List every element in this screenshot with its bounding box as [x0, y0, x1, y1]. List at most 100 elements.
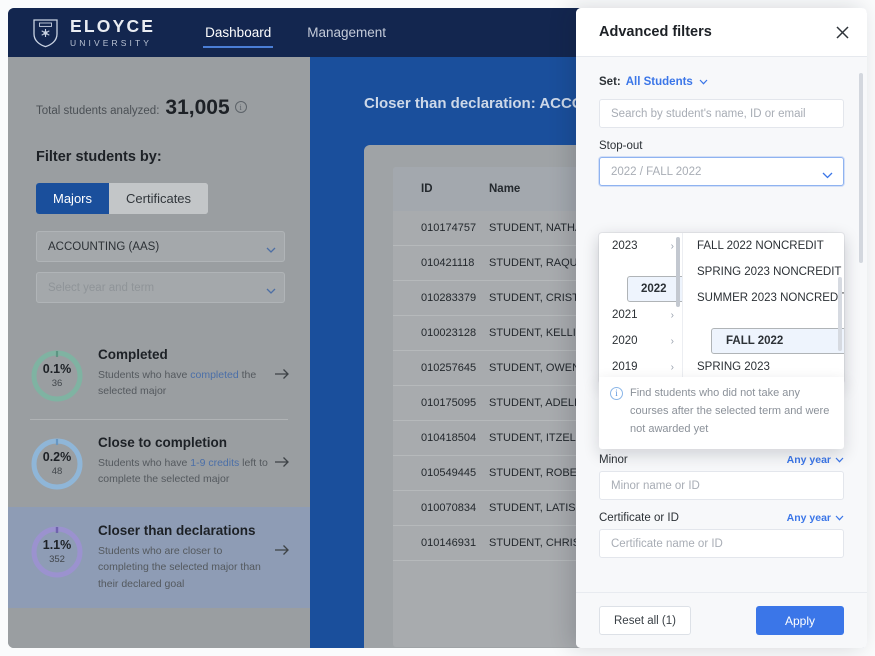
panel-header: Advanced filters: [576, 8, 867, 57]
term-column-scrollbar[interactable]: [838, 277, 842, 351]
donut-chart-closer-than-declarations: 1.1% 352: [30, 525, 84, 579]
desc-highlight[interactable]: completed: [190, 369, 238, 381]
desc-highlight[interactable]: 1-9 credits: [190, 457, 239, 469]
chevron-down-icon: [835, 512, 844, 524]
stopout-year-column: 2023›2022›2021›2020›2019›2018›: [599, 233, 683, 383]
total-students-label: Total students analyzed:: [36, 105, 159, 117]
certificate-input[interactable]: Certificate name or ID: [599, 529, 844, 558]
column-header-id[interactable]: ID: [393, 183, 489, 195]
stopout-value: 2022 / FALL 2022: [611, 166, 701, 178]
stopout-label: Stop-out: [599, 140, 642, 152]
brand-text: ELOYCE UNIVERSITY: [70, 18, 155, 47]
stopout-term-column: FALL 2022 NONCREDITSPRING 2023 NONCREDIT…: [683, 233, 844, 383]
reset-all-button[interactable]: Reset all (1): [599, 606, 691, 635]
stopout-year-option[interactable]: 2022›: [627, 276, 683, 302]
stopout-hint-text: Find students who did not take any cours…: [630, 385, 832, 438]
major-select-value: ACCOUNTING (AAS): [48, 241, 159, 253]
desc-pre: Students who have: [98, 369, 190, 381]
minor-label-row: Minor Any year: [599, 454, 844, 466]
metric-card-completed[interactable]: 0.1% 36 Completed Students who have comp…: [8, 331, 310, 419]
segment-certificates[interactable]: Certificates: [109, 183, 208, 214]
set-label: Set:: [599, 76, 621, 88]
donut-chart-close-to-completion: 0.2% 48: [30, 437, 84, 491]
card-body: Close to completion Students who have 1-…: [98, 435, 274, 488]
major-select[interactable]: ACCOUNTING (AAS): [36, 231, 285, 262]
total-students-analyzed: Total students analyzed: 31,005 i: [36, 96, 310, 120]
panel-scrollbar[interactable]: [859, 73, 863, 263]
donut-chart-completed: 0.1% 36: [30, 349, 84, 403]
student-search-placeholder: Search by student's name, ID or email: [611, 108, 806, 120]
info-circle-icon: i: [610, 387, 623, 400]
donut-count: 352: [30, 554, 84, 565]
stopout-select[interactable]: 2022 / FALL 2022: [599, 157, 844, 186]
stopout-dropdown: 2023›2022›2021›2020›2019›2018› FALL 2022…: [599, 233, 844, 383]
panel-footer: Reset all (1) Apply: [576, 592, 867, 648]
certificate-label-row: Certificate or ID Any year: [599, 512, 844, 524]
certificate-any-year-selector[interactable]: Any year: [787, 512, 844, 524]
metric-cards: 0.1% 36 Completed Students who have comp…: [8, 331, 310, 608]
donut-count: 48: [30, 466, 84, 477]
stopout-term-option[interactable]: SUMMER 2023 NONCREDIT: [683, 285, 844, 311]
arrow-right-icon[interactable]: [274, 367, 290, 384]
card-description: Students who have completed the selected…: [98, 367, 268, 400]
total-students-value: 31,005: [165, 96, 229, 120]
chevron-down-icon: [835, 454, 844, 466]
info-circle-icon[interactable]: i: [235, 101, 247, 113]
year-option-label: 2020: [612, 335, 638, 347]
cell-student-id: 010257645: [393, 362, 489, 374]
segment-majors[interactable]: Majors: [36, 183, 109, 214]
cell-student-id: 010421118: [393, 257, 489, 269]
card-body: Completed Students who have completed th…: [98, 347, 274, 400]
apply-button[interactable]: Apply: [756, 606, 844, 635]
minor-any-year-selector[interactable]: Any year: [787, 454, 844, 466]
minor-input[interactable]: Minor name or ID: [599, 471, 844, 500]
cell-student-id: 010549445: [393, 467, 489, 479]
close-icon[interactable]: [831, 21, 853, 43]
stopout-term-option[interactable]: FALL 2022: [711, 328, 844, 354]
card-title: Closer than declarations: [98, 523, 268, 538]
chevron-right-icon: ›: [671, 362, 674, 373]
student-search-input[interactable]: Search by student's name, ID or email: [599, 99, 844, 128]
year-option-label: 2021: [612, 309, 638, 321]
stopout-label-row: Stop-out: [599, 140, 844, 152]
stopout-year-option[interactable]: 2020›: [599, 328, 682, 354]
card-body: Closer than declarations Students who ar…: [98, 523, 274, 592]
app-root: ELOYCE UNIVERSITY Dashboard Management T…: [0, 0, 875, 656]
card-title: Completed: [98, 347, 268, 362]
donut-percent: 1.1%: [30, 538, 84, 552]
stopout-year-option[interactable]: 2021 ›: [599, 302, 682, 328]
card-description: Students who are closer to completing th…: [98, 543, 268, 592]
brand-subtitle: UNIVERSITY: [70, 39, 155, 48]
chevron-right-icon: ›: [671, 310, 674, 321]
stopout-year-option[interactable]: 2023›: [599, 233, 682, 259]
metric-card-closer-than-declarations[interactable]: 1.1% 352 Closer than declarations Studen…: [8, 507, 310, 608]
year-option-label: 2019: [612, 361, 638, 373]
cell-student-id: 010023128: [393, 327, 489, 339]
nav-item-management[interactable]: Management: [305, 8, 388, 57]
cell-student-id: 010146931: [393, 537, 489, 549]
year-column-scrollbar[interactable]: [676, 237, 680, 307]
stopout-term-option[interactable]: SPRING 2023 NONCREDIT: [683, 259, 844, 285]
certificate-label: Certificate or ID: [599, 512, 679, 524]
donut-percent: 0.2%: [30, 450, 84, 464]
year-term-select-placeholder: Select year and term: [48, 282, 154, 294]
brand-name: ELOYCE: [70, 18, 155, 36]
nav-links: Dashboard Management: [203, 8, 420, 57]
panel-body: Set: All Students Search by student's na…: [576, 57, 867, 592]
year-term-select[interactable]: Select year and term: [36, 272, 285, 303]
chevron-down-icon: [266, 285, 274, 290]
cell-student-id: 010070834: [393, 502, 489, 514]
chevron-down-icon: [266, 244, 274, 249]
cell-student-id: 010175095: [393, 397, 489, 409]
filter-type-segmented-control: Majors Certificates: [36, 183, 208, 214]
arrow-right-icon[interactable]: [274, 455, 290, 472]
metric-card-close-to-completion[interactable]: 0.2% 48 Close to completion Students who…: [8, 419, 310, 507]
brand-logo[interactable]: ELOYCE UNIVERSITY: [32, 17, 155, 48]
arrow-right-icon[interactable]: [274, 543, 290, 560]
desc-pre: Students who have: [98, 457, 190, 469]
student-set-selector[interactable]: Set: All Students: [599, 76, 844, 88]
chevron-right-icon: ›: [671, 241, 674, 252]
nav-item-dashboard[interactable]: Dashboard: [203, 8, 273, 57]
advanced-filters-panel: Advanced filters Set: All Students Searc…: [576, 8, 867, 648]
stopout-term-option[interactable]: FALL 2022 NONCREDIT: [683, 233, 844, 259]
